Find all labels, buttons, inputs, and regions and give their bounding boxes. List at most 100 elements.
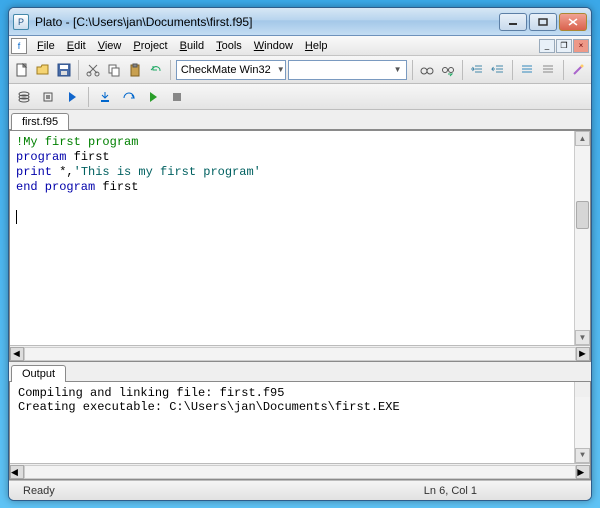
editor-hscrollbar[interactable]: ◄ ► [10, 345, 590, 361]
undo-button[interactable] [146, 59, 165, 81]
code-editor[interactable]: !My first program program first print *,… [10, 131, 590, 345]
outdent-icon [491, 63, 505, 77]
play-green-icon [146, 90, 160, 104]
minimize-icon [508, 18, 518, 26]
output-tab[interactable]: Output [11, 365, 66, 382]
close-button[interactable] [559, 13, 587, 31]
toolbar-separator [78, 60, 79, 80]
menu-build[interactable]: Build [174, 38, 210, 54]
toolbar-separator [88, 87, 89, 107]
comment-button[interactable] [518, 59, 537, 81]
titlebar[interactable]: P Plato - [C:\Users\jan\Documents\first.… [9, 8, 591, 36]
output-vscrollbar[interactable]: ▲ ▼ [574, 382, 590, 463]
menu-help[interactable]: Help [299, 38, 334, 54]
code-comment: !My first program [16, 135, 138, 149]
play-icon [65, 90, 79, 104]
copy-icon [107, 63, 121, 77]
toolbar-separator [412, 60, 413, 80]
cut-button[interactable] [84, 59, 103, 81]
output-line: Creating executable: C:\Users\jan\Docume… [18, 400, 400, 414]
copy-button[interactable] [105, 59, 124, 81]
toolbar-separator [512, 60, 513, 80]
menu-window[interactable]: Window [248, 38, 299, 54]
compile-button[interactable] [13, 86, 35, 108]
config-combo[interactable]: CheckMate Win32 ▼ [176, 60, 286, 80]
window-title: Plato - [C:\Users\jan\Documents\first.f9… [35, 15, 499, 29]
mdi-minimize-button[interactable]: _ [539, 39, 555, 53]
run-button[interactable] [61, 86, 83, 108]
scroll-track[interactable] [575, 146, 590, 330]
output-text[interactable]: Compiling and linking file: first.f95 Cr… [9, 382, 591, 480]
code-keyword: end program [16, 180, 95, 194]
menu-view[interactable]: View [92, 38, 128, 54]
menu-project[interactable]: Project [127, 38, 173, 54]
step-over-button[interactable] [118, 86, 140, 108]
code-string: 'This is my first program' [74, 165, 261, 179]
code-ident: first [95, 180, 138, 194]
output-hscrollbar[interactable]: ◄ ► [10, 463, 590, 479]
menu-edit[interactable]: Edit [61, 38, 92, 54]
scroll-track[interactable] [24, 347, 576, 361]
output-line: Compiling and linking file: first.f95 [18, 386, 284, 400]
minimize-button[interactable] [499, 13, 527, 31]
toolbar-build [9, 84, 591, 110]
outdent-button[interactable] [488, 59, 507, 81]
wand-icon [571, 63, 585, 77]
statusbar: Ready Ln 6, Col 1 [9, 480, 591, 500]
code-ident: first [66, 150, 109, 164]
mdi-controls: _ ❐ × [539, 39, 589, 53]
save-button[interactable] [54, 59, 73, 81]
scroll-left-button[interactable]: ◄ [10, 465, 24, 479]
editor-tab[interactable]: first.f95 [11, 113, 69, 130]
output-tabstrip: Output [9, 362, 591, 382]
find-button[interactable] [417, 59, 436, 81]
step-over-icon [122, 90, 136, 104]
mdi-close-button[interactable]: × [573, 39, 589, 53]
help-button[interactable] [568, 59, 587, 81]
uncomment-button[interactable] [539, 59, 558, 81]
menu-tools[interactable]: Tools [210, 38, 248, 54]
scroll-down-button[interactable]: ▼ [575, 448, 590, 463]
clipboard-icon [128, 63, 142, 77]
toolbar-separator [462, 60, 463, 80]
toolbar-separator [170, 60, 171, 80]
build-button[interactable] [37, 86, 59, 108]
status-ready: Ready [15, 485, 63, 497]
app-icon: P [13, 14, 29, 30]
editor-area: !My first program program first print *,… [9, 130, 591, 362]
menu-file[interactable]: File [31, 38, 61, 54]
mdi-restore-button[interactable]: ❐ [556, 39, 572, 53]
new-file-icon [15, 63, 29, 77]
open-folder-icon [36, 63, 50, 77]
new-file-button[interactable] [13, 59, 32, 81]
maximize-button[interactable] [529, 13, 557, 31]
paste-button[interactable] [126, 59, 145, 81]
scissors-icon [86, 63, 100, 77]
editor-tab-label: first.f95 [22, 116, 58, 128]
stop-button[interactable] [166, 86, 188, 108]
scroll-right-button[interactable]: ► [576, 465, 590, 479]
find-next-button[interactable] [438, 59, 457, 81]
scroll-track[interactable] [575, 397, 590, 448]
target-combo[interactable]: ▼ [288, 60, 407, 80]
scroll-up-button[interactable]: ▲ [575, 131, 590, 146]
output-tab-label: Output [22, 368, 55, 380]
continue-button[interactable] [142, 86, 164, 108]
floppy-disk-icon [57, 63, 71, 77]
scroll-left-button[interactable]: ◄ [10, 347, 24, 361]
editor-vscrollbar[interactable]: ▲ ▼ [574, 131, 590, 345]
scroll-down-button[interactable]: ▼ [575, 330, 590, 345]
scroll-track[interactable] [24, 465, 576, 479]
scroll-right-button[interactable]: ► [576, 347, 590, 361]
code-keyword: print [16, 165, 52, 179]
step-into-button[interactable] [94, 86, 116, 108]
open-file-button[interactable] [34, 59, 53, 81]
status-position: Ln 6, Col 1 [416, 485, 485, 497]
system-menu-icon[interactable]: f [11, 38, 27, 54]
scroll-thumb[interactable] [576, 201, 589, 229]
code-text: *, [52, 165, 74, 179]
indent-icon [470, 63, 484, 77]
text-cursor [16, 210, 17, 224]
indent-button[interactable] [468, 59, 487, 81]
app-window: P Plato - [C:\Users\jan\Documents\first.… [8, 7, 592, 501]
